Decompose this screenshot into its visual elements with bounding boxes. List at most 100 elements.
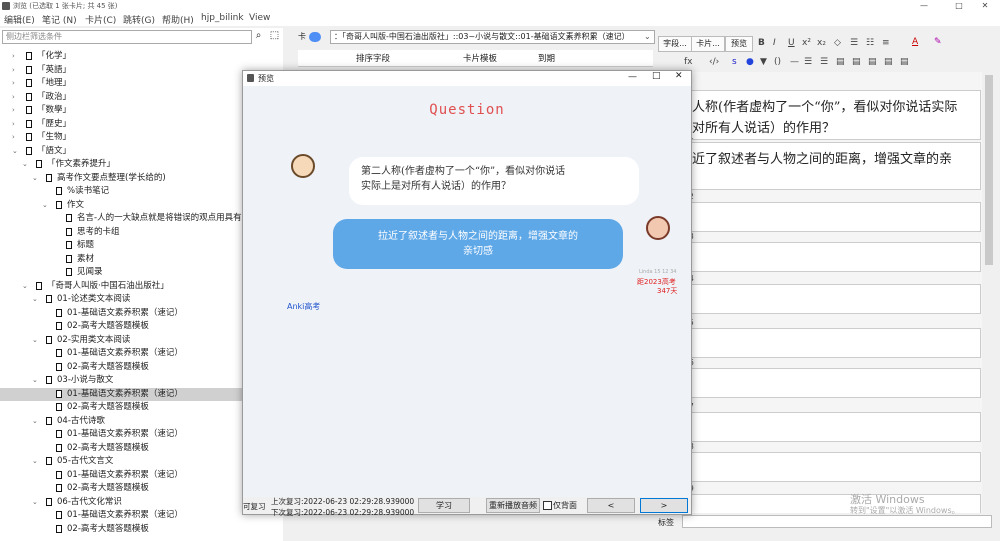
sidebar-item[interactable]: 02-高考大题答题模板	[0, 523, 283, 536]
cards-button[interactable]: 卡片...	[691, 36, 725, 52]
chevron-down-icon[interactable]: ⌄	[32, 496, 38, 509]
editor-field[interactable]	[689, 452, 981, 482]
menu-notes[interactable]: 笔记 (N)	[42, 13, 77, 26]
chevron-down-icon[interactable]: ⌄	[12, 145, 18, 158]
align-right-icon[interactable]: ▤	[884, 57, 893, 67]
prev-button[interactable]: <	[587, 498, 635, 513]
sidebar-item[interactable]: ⌄ 02-实用类文本阅读	[0, 334, 283, 347]
menu-cards[interactable]: 卡片(C)	[85, 13, 116, 26]
sidebar-item[interactable]: ⌄ 作文	[0, 199, 283, 212]
align-left-icon[interactable]: ▤	[852, 57, 861, 67]
cards-notes-toggle[interactable]	[309, 32, 321, 42]
sidebar-item[interactable]: 02-高考大题答题模板	[0, 442, 283, 455]
select-icon[interactable]: ⬚	[268, 29, 281, 42]
align-icon[interactable]: ≡	[882, 38, 890, 48]
replay-audio-button[interactable]: 重新播放音频	[486, 498, 540, 513]
column-due[interactable]: 到期	[538, 52, 555, 64]
editor-field[interactable]: 近了叙述者与人物之间的距离，增强文章的亲	[689, 142, 981, 190]
hr-icon[interactable]: —	[790, 57, 799, 67]
eraser-icon[interactable]: ◇	[834, 38, 841, 48]
outdent-icon[interactable]: ☰	[820, 57, 828, 67]
sidebar-item[interactable]: › 「地理」	[0, 77, 283, 90]
close-button[interactable]: ✕	[970, 0, 1000, 12]
sidebar-item[interactable]: › 「歷史」	[0, 118, 283, 131]
numbered-list-icon[interactable]: ☷	[866, 38, 874, 48]
sidebar-item[interactable]: 02-高考大题答题模板	[0, 482, 283, 495]
chevron-right-icon[interactable]: ›	[12, 91, 15, 104]
sidebar-item[interactable]: 01-基础语文素养积累（速记）	[0, 347, 283, 360]
sidebar-item[interactable]: 标题	[0, 239, 283, 252]
menu-bilink[interactable]: hjp_bilink	[201, 13, 244, 23]
bold-icon[interactable]: B	[758, 38, 765, 48]
scrollbar-thumb[interactable]	[985, 75, 993, 265]
sidebar-item[interactable]: › 「化学」	[0, 50, 283, 63]
editor-field[interactable]	[689, 242, 981, 272]
paren-icon[interactable]: ()	[774, 57, 781, 67]
superscript-icon[interactable]: x²	[802, 38, 811, 48]
search-input[interactable]: ：「奇哥人叫版-中国石油出版社」::03~小说与散文::01-基础语文素养积累（…	[330, 30, 655, 44]
menu-view[interactable]: View	[249, 13, 270, 23]
sidebar-item[interactable]: 01-基础语文素养积累（速记）	[0, 428, 283, 441]
tags-input[interactable]	[682, 515, 992, 528]
sidebar-item[interactable]: › 「英語」	[0, 64, 283, 77]
chevron-down-icon[interactable]: ⌄	[22, 280, 28, 293]
triangle-icon[interactable]: ▼	[760, 57, 767, 67]
s-icon[interactable]: s	[732, 57, 737, 67]
sidebar-item[interactable]: ⌄ 04-古代诗歌	[0, 415, 283, 428]
preview-minimize-button[interactable]: —	[628, 72, 637, 82]
preview-close-button[interactable]: ✕	[675, 71, 683, 81]
sidebar-item[interactable]: ⌄ 「奇哥人叫版·中国石油出版社」	[0, 280, 283, 293]
text-color-icon[interactable]: A	[912, 37, 918, 47]
sidebar-item[interactable]: 思考的卡组	[0, 226, 283, 239]
menu-help[interactable]: 帮助(H)	[162, 13, 194, 26]
justify-icon[interactable]: ▤	[900, 57, 909, 67]
dot-icon[interactable]: ●	[746, 57, 754, 67]
chevron-down-icon[interactable]: ⌄	[32, 334, 38, 347]
sidebar-item[interactable]: › 「政治」	[0, 91, 283, 104]
fields-button[interactable]: 字段...	[658, 36, 692, 52]
sidebar-item[interactable]: ⌄ 06-古代文化常识	[0, 496, 283, 509]
sidebar-item[interactable]: 01-基础语文素养积累（速记）	[0, 469, 283, 482]
indent-icon[interactable]: ☰	[804, 57, 812, 67]
underline-icon[interactable]: U	[788, 38, 795, 48]
editor-field[interactable]	[689, 412, 981, 442]
preview-button[interactable]: 预览	[725, 36, 753, 52]
chevron-right-icon[interactable]: ›	[12, 118, 15, 131]
sidebar-item[interactable]: 02-高考大题答题模板	[0, 361, 283, 374]
sidebar-item[interactable]: ⌄ 高考作文要点整理(学长给的)	[0, 172, 283, 185]
highlight-icon[interactable]: ✎	[934, 37, 942, 47]
sidebar-item[interactable]: › 「数學」	[0, 104, 283, 117]
chevron-down-icon[interactable]: ⌄	[42, 199, 48, 212]
sidebar-item[interactable]: ⌄ 03-小说与散文	[0, 374, 283, 387]
search-icon[interactable]: ⌕	[252, 29, 265, 42]
chevron-down-icon[interactable]: ⌄	[32, 374, 38, 387]
next-button[interactable]: >	[640, 498, 688, 513]
editor-field[interactable]	[689, 202, 981, 232]
block-icon[interactable]: ▤	[836, 57, 845, 67]
chevron-right-icon[interactable]: ›	[12, 77, 15, 90]
sidebar-item[interactable]: ⌄ 01-论述类文本阅读	[0, 293, 283, 306]
chevron-down-icon[interactable]: ⌄	[644, 32, 651, 41]
function-icon[interactable]: fx	[684, 57, 693, 67]
minimize-button[interactable]: —	[909, 0, 939, 12]
chevron-right-icon[interactable]: ›	[12, 131, 15, 144]
column-card-template[interactable]: 卡片模板	[463, 52, 497, 64]
preview-maximize-button[interactable]: □	[652, 71, 661, 81]
chevron-down-icon[interactable]: ⌄	[32, 455, 38, 468]
sidebar-item[interactable]: ⌄ 「語文」	[0, 145, 283, 158]
column-sort-field[interactable]: 排序字段	[356, 52, 390, 64]
sidebar-filter-input[interactable]: 侧边栏筛选条件	[2, 30, 252, 44]
align-center-icon[interactable]: ▤	[868, 57, 877, 67]
editor-field[interactable]	[689, 368, 981, 398]
chevron-down-icon[interactable]: ⌄	[32, 172, 38, 185]
sidebar-item[interactable]: 名言-人的一大缺点就是将错误的观点用具有诗	[0, 212, 283, 225]
study-button[interactable]: 学习	[418, 498, 470, 513]
html-icon[interactable]: ‹/›	[709, 57, 719, 67]
sidebar-item[interactable]: 02-高考大题答题模板	[0, 401, 283, 414]
chevron-down-icon[interactable]: ⌄	[32, 415, 38, 428]
sidebar-item[interactable]: 见闻录	[0, 266, 283, 279]
sidebar-item[interactable]: %读书笔记	[0, 185, 283, 198]
sidebar-item[interactable]: ⌄ 「作文素养提升」	[0, 158, 283, 171]
menu-go[interactable]: 跳转(G)	[123, 13, 155, 26]
sidebar-item[interactable]: ⌄ 05-古代文言文	[0, 455, 283, 468]
